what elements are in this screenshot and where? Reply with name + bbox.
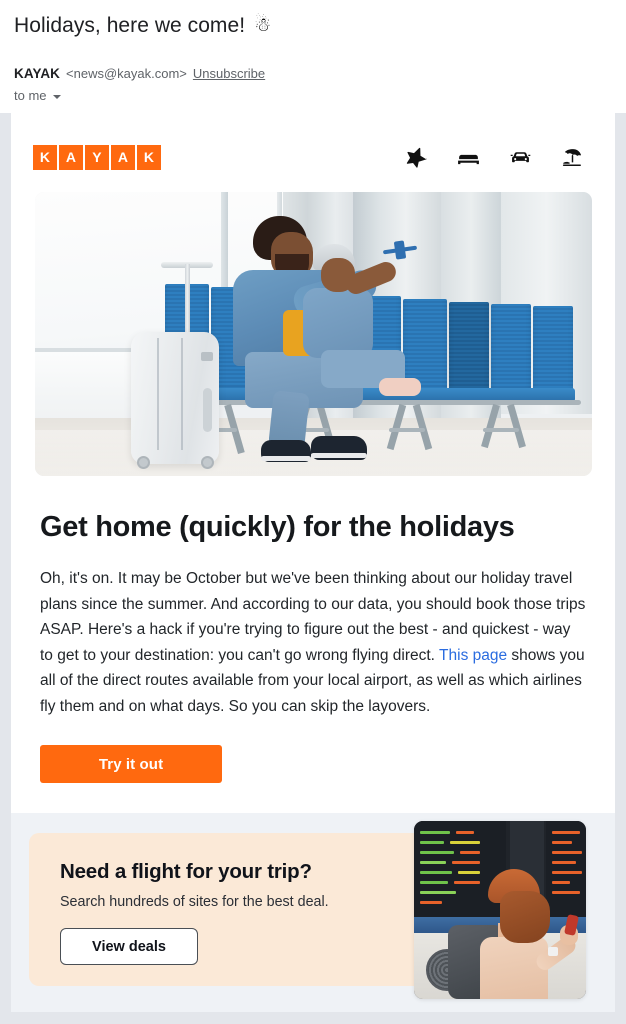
page-title: Get home (quickly) for the holidays [40, 511, 515, 543]
hero-scene [34, 192, 592, 476]
unsubscribe-link[interactable]: Unsubscribe [193, 65, 265, 83]
try-it-out-button[interactable]: Try it out [40, 745, 222, 783]
email-card: K A Y A K Get home (quickly) for the hol… [11, 113, 615, 1024]
mail-header: Holidays, here we come! ☃ KAYAK <news@ka… [0, 0, 626, 113]
chevron-down-icon[interactable] [52, 94, 61, 99]
logo-tile-k2: K [137, 144, 161, 170]
promo-photo [414, 821, 586, 999]
promo-band: Need a flight for your trip? Search hund… [11, 813, 615, 1024]
bed-icon[interactable] [456, 145, 481, 170]
logo-tile-a1: A [59, 144, 83, 170]
sender-row: KAYAK <news@kayak.com> Unsubscribe [14, 65, 612, 83]
body-paragraph: Oh, it's on. It may be October but we've… [40, 566, 586, 719]
nav-icon-row [404, 145, 591, 170]
sender-name: KAYAK [14, 66, 61, 81]
subject-row: Holidays, here we come! ☃ [14, 10, 612, 40]
promo-card: Need a flight for your trip? Search hund… [29, 821, 586, 999]
beach-umbrella-icon[interactable] [560, 145, 585, 170]
recipient-row: to me [14, 88, 612, 103]
logo-tile-k1: K [33, 144, 57, 170]
this-page-link[interactable]: This page [439, 647, 507, 664]
logo-tile-a2: A [111, 144, 135, 170]
email-subject: Holidays, here we come! [14, 14, 246, 37]
view-deals-button[interactable]: View deals [60, 928, 198, 965]
email-viewport: K A Y A K Get home (quickly) for the hol… [0, 113, 626, 1024]
airplane-icon[interactable] [404, 145, 429, 170]
car-icon[interactable] [508, 145, 533, 170]
logo-tile-y: Y [85, 144, 109, 170]
recipient-label: to me [14, 88, 47, 103]
article: Get home (quickly) for the holidays Oh, … [11, 476, 615, 783]
viewport-bottom-strip [0, 1012, 626, 1024]
sender-email: <news@kayak.com> [66, 66, 187, 81]
brand-bar: K A Y A K [11, 113, 615, 183]
kayak-logo[interactable]: K A Y A K [33, 144, 161, 170]
snowman-emoji-icon: ☃ [254, 15, 272, 36]
hero-image [34, 192, 592, 476]
